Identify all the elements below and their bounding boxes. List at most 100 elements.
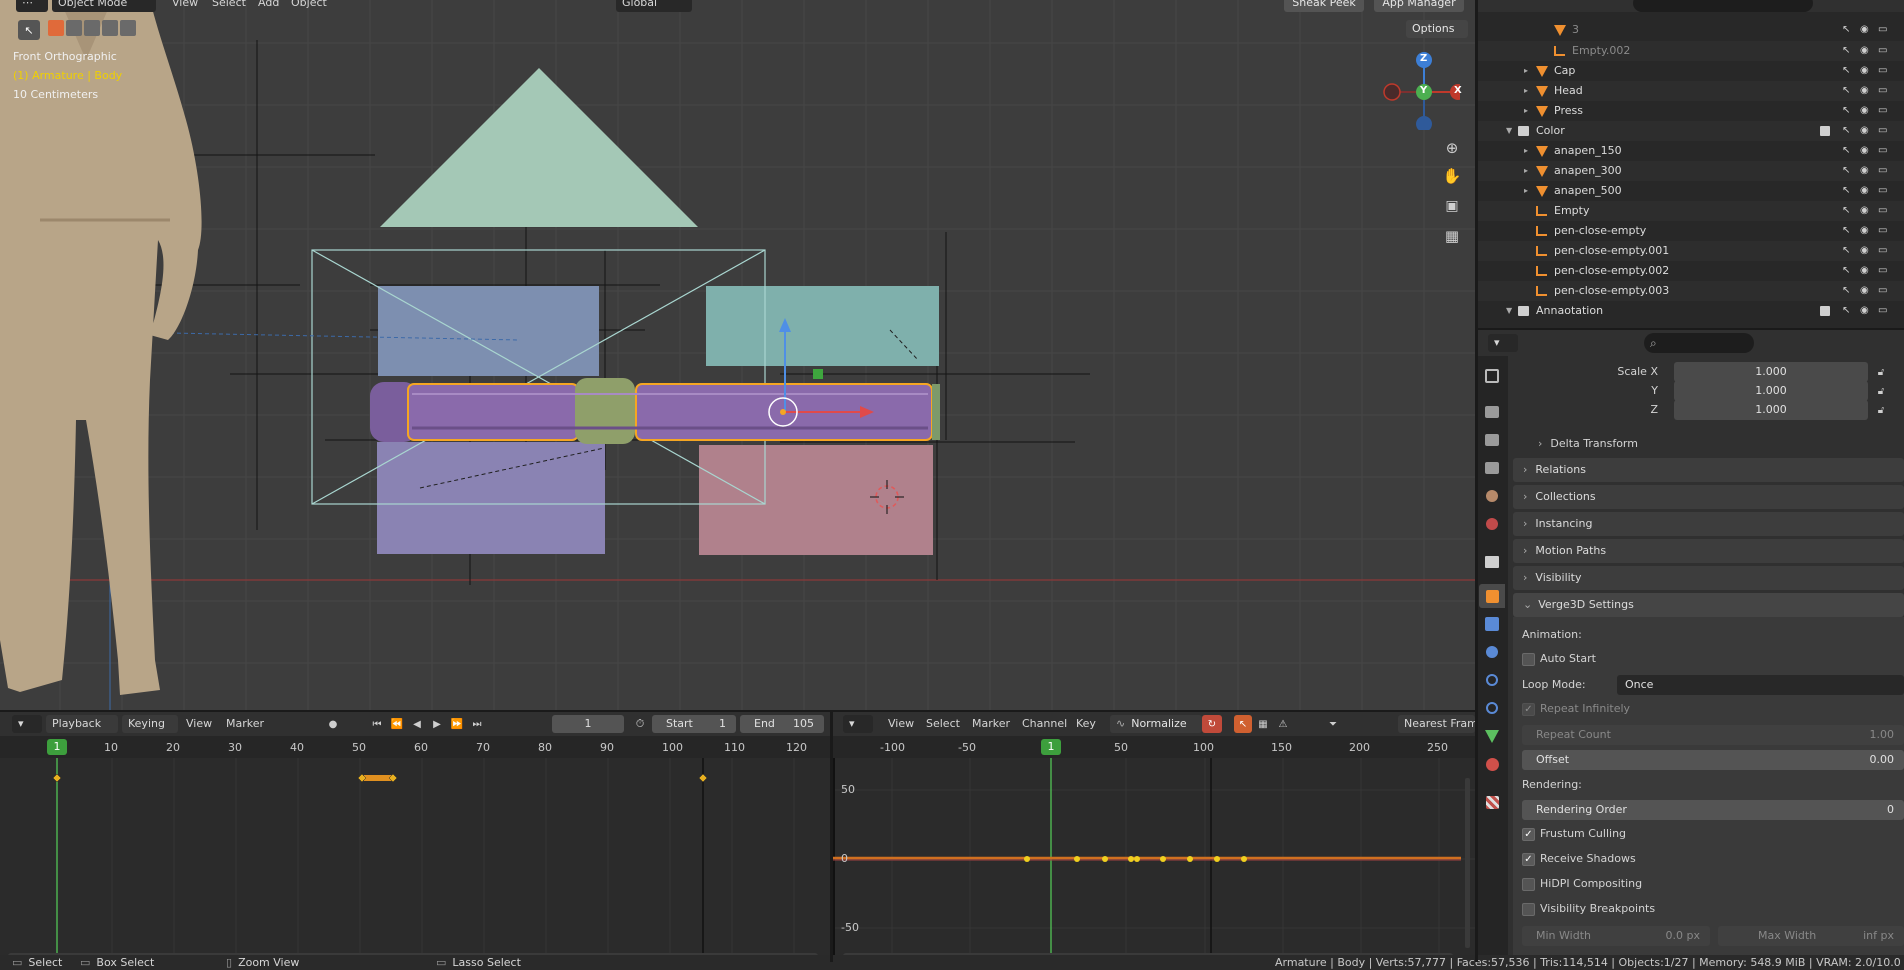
hidpi-checkbox[interactable] [1522,878,1535,891]
camera-restrict-icon[interactable]: ▭ [1878,20,1887,40]
collection-tab-icon[interactable] [1479,550,1505,574]
graph-menu-select[interactable]: Select [926,715,960,733]
camera-restrict-icon[interactable]: ▭ [1878,261,1887,281]
camera-restrict-icon[interactable]: ▭ [1878,61,1887,81]
outliner-row[interactable]: pen-close-empty ↖ ◉ ▭ [1478,221,1904,241]
eye-icon[interactable]: ◉ [1860,241,1869,261]
zoom-icon[interactable]: ⊕ [1440,136,1464,160]
exclude-checkbox[interactable] [1820,306,1830,316]
camera-restrict-icon[interactable]: ▭ [1878,281,1887,301]
start-frame-field[interactable]: Start 1 [652,715,736,733]
lock-icon[interactable]: 🔓︎ [1874,383,1888,399]
camera-restrict-icon[interactable]: ▭ [1878,161,1887,181]
panel-visibility[interactable]: › Visibility [1513,566,1904,590]
outliner-row[interactable]: Empty.002 ↖ ◉ ▭ [1478,41,1904,61]
timeline-editor[interactable]: 1 10 20 30 40 50 60 70 80 90 100 110 120 [0,712,830,962]
ortho-grid-icon[interactable]: ▦ [1440,224,1464,248]
max-width-field[interactable]: Max Width inf px [1718,926,1904,946]
camera-restrict-icon[interactable]: ▭ [1878,81,1887,101]
scale-y-field[interactable]: 1.000 [1674,381,1868,401]
select-arrow-icon[interactable]: ↖ [1842,301,1850,321]
visibility-breakpoints-checkbox[interactable] [1522,903,1535,916]
options-dropdown[interactable]: Options [1406,20,1468,38]
end-frame-field[interactable]: End 105 [740,715,824,733]
viewport-menu-view[interactable]: View [172,0,198,12]
viewport-menu-select[interactable]: Select [212,0,246,12]
pan-hand-icon[interactable]: ✋ [1440,164,1464,188]
data-tab-icon[interactable] [1479,724,1505,748]
toolbar-select-tool[interactable]: ↖ [18,20,40,40]
show-hidden-icon[interactable]: ▦ [1254,715,1272,733]
eye-icon[interactable]: ◉ [1860,20,1869,40]
lock-icon[interactable]: 🔓︎ [1874,364,1888,380]
show-errors-icon[interactable]: ⚠ [1274,715,1292,733]
timeline-menu-playback[interactable]: Playback [46,715,118,733]
select-intersect-icon[interactable] [120,20,136,36]
select-extend-icon[interactable] [66,20,82,36]
expand-arrow-icon[interactable]: ▸ [1524,101,1528,121]
select-arrow-icon[interactable]: ↖ [1842,261,1850,281]
select-arrow-icon[interactable]: ↖ [1842,141,1850,161]
select-arrow-icon[interactable]: ↖ [1842,181,1850,201]
outliner-row[interactable]: pen-close-empty.002 ↖ ◉ ▭ [1478,261,1904,281]
graph-editor-type[interactable]: ▾ [843,715,873,733]
eye-icon[interactable]: ◉ [1860,221,1869,241]
outliner-row[interactable]: ▸ anapen_150 ↖ ◉ ▭ [1478,141,1904,161]
outliner[interactable]: 3 ↖ ◉ ▭ Empty.002 ↖ ◉ ▭ ▸ Cap ↖ ◉ ▭ ▸ Head ↖ ◉ ▭ ▸ Press ↖ ◉ ▭… [1478,0,1904,330]
record-icon[interactable]: ● [326,717,340,731]
select-arrow-icon[interactable]: ↖ [1842,20,1850,40]
expand-arrow-icon[interactable]: ▸ [1524,61,1528,81]
collapse-arrow-icon[interactable]: ▼ [1506,301,1512,321]
graph-menu-key[interactable]: Key [1076,715,1096,733]
offset-field[interactable]: Offset 0.00 [1522,750,1904,770]
timeline-menu-keying[interactable]: Keying [122,715,178,733]
delta-transform-subpanel[interactable]: › Delta Transform [1538,436,1638,452]
select-arrow-icon[interactable]: ↖ [1842,61,1850,81]
play-reverse-icon[interactable]: ◀ [408,716,426,732]
repeat-infinitely-checkbox[interactable]: ✓ [1522,703,1535,716]
scale-z-field[interactable]: 1.000 [1674,400,1868,420]
camera-restrict-icon[interactable]: ▭ [1878,301,1887,321]
outliner-row[interactable]: ▸ Cap ↖ ◉ ▭ [1478,61,1904,81]
constraints-tab-icon[interactable] [1479,696,1505,720]
normalize-toggle[interactable]: ∿ Normalize [1110,715,1202,733]
camera-view-icon[interactable]: ▣ [1440,194,1464,218]
exclude-checkbox[interactable] [1820,126,1830,136]
expand-arrow-icon[interactable]: ▸ [1524,181,1528,201]
camera-restrict-icon[interactable]: ▭ [1878,201,1887,221]
outliner-row[interactable]: ▸ Head ↖ ◉ ▭ [1478,81,1904,101]
camera-restrict-icon[interactable]: ▭ [1878,241,1887,261]
select-subtract-icon[interactable] [84,20,100,36]
lock-icon[interactable]: 🔓︎ [1874,402,1888,418]
refresh-icon[interactable]: ↻ [1202,715,1222,733]
eye-icon[interactable]: ◉ [1860,121,1869,141]
camera-restrict-icon[interactable]: ▭ [1878,101,1887,121]
eye-icon[interactable]: ◉ [1860,201,1869,221]
select-mode-tools[interactable] [48,20,144,38]
outliner-row[interactable]: 3 ↖ ◉ ▭ [1478,20,1904,40]
eye-icon[interactable]: ◉ [1860,281,1869,301]
output-tab-icon[interactable] [1479,428,1505,452]
sneak-peek-button[interactable]: Sneak Peek [1284,0,1364,12]
auto-start-checkbox[interactable] [1522,653,1535,666]
collapse-arrow-icon[interactable]: ▼ [1506,121,1512,141]
expand-arrow-icon[interactable]: ▸ [1524,81,1528,101]
timeline-menu-marker[interactable]: Marker [226,715,264,733]
timeline-menu-view[interactable]: View [186,715,212,733]
texture-tab-icon[interactable] [1479,790,1505,814]
expand-arrow-icon[interactable]: ▸ [1524,161,1528,181]
pivot-dropdown[interactable]: Nearest Fram [1398,715,1475,733]
outliner-row[interactable]: ▼ Color ↖ ◉ ▭ [1478,121,1904,141]
jump-keyframe-back-icon[interactable]: ⏪ [388,716,406,732]
viewport-menu-object[interactable]: Object [291,0,327,12]
eye-icon[interactable]: ◉ [1860,161,1869,181]
properties-search-field[interactable]: ⌕ [1644,333,1754,353]
camera-restrict-icon[interactable]: ▭ [1878,141,1887,161]
select-arrow-icon[interactable]: ↖ [1842,241,1850,261]
camera-restrict-icon[interactable]: ▭ [1878,121,1887,141]
graph-editor[interactable]: 1 -100 -50 50 100 150 200 250 50 0 -50 [833,712,1475,962]
outliner-row[interactable]: ▼ Annaotation ↖ ◉ ▭ [1478,301,1904,321]
panel-relations[interactable]: › Relations [1513,458,1904,482]
panel-motion-paths[interactable]: › Motion Paths [1513,539,1904,563]
editor-type-dropdown[interactable]: ⋯ [16,0,48,12]
